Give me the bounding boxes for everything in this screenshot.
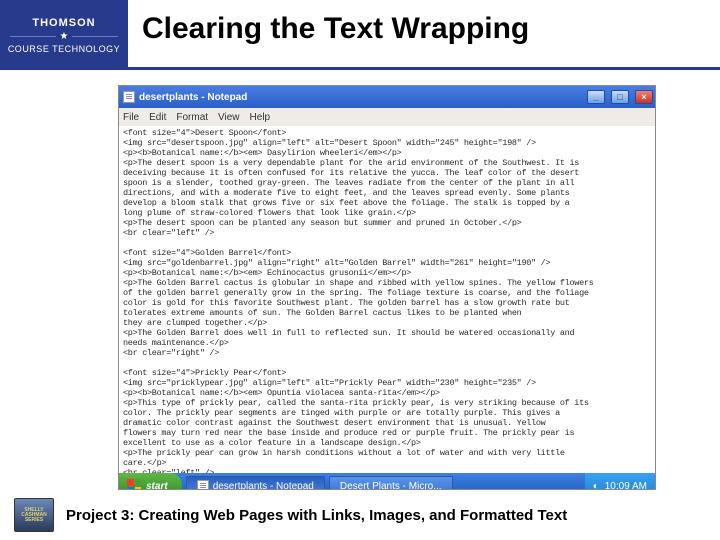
start-label: start xyxy=(146,481,168,491)
brand-name: THOMSON xyxy=(32,17,95,29)
window-title: desertplants - Notepad xyxy=(139,92,247,103)
maximize-button[interactable]: □ xyxy=(611,90,629,104)
menu-view[interactable]: View xyxy=(218,112,240,123)
close-button[interactable]: × xyxy=(635,90,653,104)
slide-footer-text: Project 3: Creating Web Pages with Links… xyxy=(66,507,567,524)
taskbar-item-label: desertplants - Notepad xyxy=(213,481,314,491)
window-titlebar[interactable]: desertplants - Notepad _ □ × xyxy=(119,86,655,108)
notepad-icon xyxy=(123,91,135,103)
notepad-window: desertplants - Notepad _ □ × File Edit F… xyxy=(118,85,656,490)
slide-title: Clearing the Text Wrapping xyxy=(128,0,529,67)
menu-edit[interactable]: Edit xyxy=(149,112,166,123)
taskbar: start desertplants - Notepad Desert Plan… xyxy=(119,473,655,490)
taskbar-item-notepad[interactable]: desertplants - Notepad xyxy=(186,476,325,490)
system-tray[interactable]: ◐ 10:09 AM xyxy=(585,473,655,490)
minimize-button[interactable]: _ xyxy=(587,90,605,104)
menu-bar: File Edit Format View Help xyxy=(119,108,655,126)
windows-flag-icon xyxy=(127,479,141,490)
notepad-icon xyxy=(197,480,209,490)
menu-format[interactable]: Format xyxy=(176,112,208,123)
brand-subtitle: COURSE TECHNOLOGY xyxy=(8,44,120,54)
taskbar-item-browser[interactable]: Desert Plants - Micro... xyxy=(329,476,453,490)
menu-file[interactable]: File xyxy=(123,112,139,123)
series-logo: SHELLYCASHMANSERIES xyxy=(14,498,54,532)
tray-time: 10:09 AM xyxy=(605,481,647,491)
star-icon: ★ xyxy=(60,31,69,42)
start-button[interactable]: start xyxy=(119,473,182,490)
tray-icon: ◐ xyxy=(593,481,599,491)
taskbar-item-label: Desert Plants - Micro... xyxy=(340,481,442,491)
menu-help[interactable]: Help xyxy=(250,112,271,123)
notepad-text-area[interactable]: <font size="4">Desert Spoon</font> <img … xyxy=(119,126,655,473)
thomson-logo: THOMSON ★ COURSE TECHNOLOGY xyxy=(0,0,128,70)
